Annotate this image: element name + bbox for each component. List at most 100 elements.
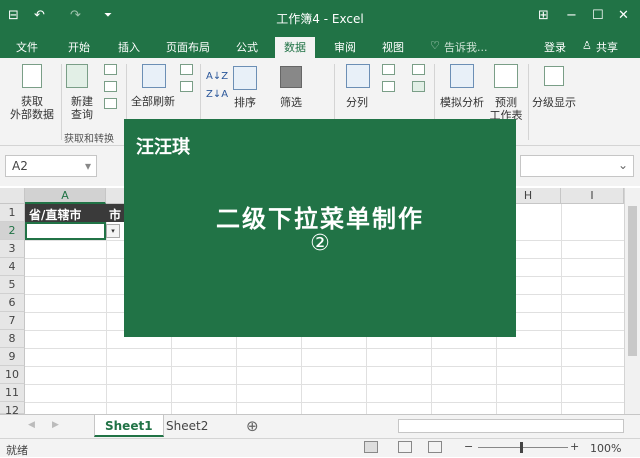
sort-za-icon[interactable]: Z↓A [206, 88, 228, 101]
row-header[interactable]: 9 [0, 348, 25, 366]
zoom-level[interactable]: 100% [590, 442, 621, 455]
row-header[interactable]: 8 [0, 330, 25, 348]
cell-a1[interactable]: 省/直辖市 [25, 204, 106, 222]
properties-icon[interactable] [180, 81, 193, 92]
new-query-icon[interactable] [66, 64, 88, 88]
page-layout-view-icon[interactable] [398, 441, 412, 453]
zoom-in-icon[interactable]: + [570, 440, 579, 453]
show-queries-icon[interactable] [104, 64, 117, 75]
outline-button[interactable]: 分级显示 [530, 96, 578, 109]
row-header[interactable]: 2 [0, 222, 25, 240]
next-sheet-icon[interactable]: ▶ [52, 420, 59, 430]
col-header-i[interactable]: I [561, 188, 624, 204]
share-icon[interactable]: ♙ [582, 39, 592, 52]
text-to-columns-icon[interactable] [346, 64, 370, 88]
gridline [25, 402, 632, 403]
new-query-label-2: 查询 [71, 108, 93, 121]
from-table-icon[interactable] [104, 81, 117, 92]
gridline [25, 366, 632, 367]
group-get-transform-label: 获取和转换 [64, 134, 114, 145]
overlay-title: 二级下拉菜单制作 [216, 205, 424, 233]
tab-insert[interactable]: 插入 [118, 39, 140, 55]
refresh-all-icon[interactable] [142, 64, 166, 88]
col-header-a[interactable]: A [25, 188, 106, 204]
get-external-data-icon[interactable] [22, 64, 42, 88]
zoom-slider-thumb[interactable] [520, 442, 523, 453]
cell-b1[interactable]: 市 [106, 204, 126, 222]
name-box-dropdown-icon[interactable]: ▾ [85, 159, 91, 173]
name-box[interactable]: A2 ▾ [5, 155, 97, 177]
maximize-icon[interactable]: ☐ [592, 8, 604, 24]
gridline [25, 348, 632, 349]
tell-me-search[interactable]: 告诉我... [444, 39, 488, 55]
outline-icon[interactable] [544, 66, 564, 86]
zoom-out-icon[interactable]: − [464, 440, 473, 453]
tell-me-icon[interactable]: ♡ [430, 39, 440, 52]
ribbon-options-icon[interactable]: ⊞ [538, 8, 549, 24]
tab-view[interactable]: 视图 [382, 39, 404, 55]
ribbon-tabs: 文件 开始 插入 页面布局 公式 数据 审阅 视图 ♡ 告诉我... 登录 ♙ … [0, 34, 640, 58]
cell-a2-selected[interactable] [25, 222, 106, 240]
split-button[interactable]: 分列 [342, 96, 372, 109]
tab-data[interactable]: 数据 [275, 37, 315, 58]
forecast-sheet-icon[interactable] [494, 64, 518, 88]
gridline [561, 204, 562, 414]
filter-button[interactable]: 筛选 [276, 96, 306, 109]
tab-file[interactable]: 文件 [16, 39, 38, 55]
zoom-slider[interactable] [478, 447, 568, 448]
flash-fill-icon[interactable] [382, 64, 395, 75]
filter-icon[interactable] [280, 66, 302, 88]
row-header[interactable]: 5 [0, 276, 25, 294]
close-icon[interactable]: ✕ [618, 8, 629, 24]
row-header[interactable]: 3 [0, 240, 25, 258]
cell-dropdown-arrow-icon[interactable]: ▾ [106, 224, 120, 238]
sort-az-icon[interactable]: A↓Z [206, 70, 228, 83]
row-header[interactable]: 10 [0, 366, 25, 384]
sheet-tabs-bar: ◀ ▶ Sheet1 Sheet2 ⊕ [0, 414, 640, 438]
row-header[interactable]: 4 [0, 258, 25, 276]
title-bar: ⊟ ↶ ↷ ⏷ 工作簿4 - Excel ⊞ − ☐ ✕ [0, 0, 640, 34]
status-ready: 就绪 [6, 444, 28, 457]
sheet-tab-1[interactable]: Sheet1 [94, 415, 164, 437]
new-query-button[interactable]: 新建 查询 [62, 95, 102, 121]
row-header[interactable]: 11 [0, 384, 25, 402]
sort-icon[interactable] [233, 66, 257, 90]
formula-input[interactable]: ⌄ [520, 155, 634, 177]
what-if-analysis-icon[interactable] [450, 64, 474, 88]
tutorial-overlay: 汪汪琪 二级下拉菜单制作 ② [124, 119, 516, 337]
normal-view-icon[interactable] [364, 441, 378, 453]
sort-button[interactable]: 排序 [230, 96, 260, 109]
share-button[interactable]: 共享 [596, 39, 618, 55]
tab-page-layout[interactable]: 页面布局 [166, 39, 210, 55]
what-if-button[interactable]: 模拟分析 [438, 96, 486, 109]
connections-icon[interactable] [180, 64, 193, 75]
status-bar: 就绪 − + 100% [0, 438, 640, 457]
divider [528, 64, 529, 140]
login-link[interactable]: 登录 [544, 39, 566, 55]
add-sheet-icon[interactable]: ⊕ [246, 417, 259, 435]
horizontal-scrollbar[interactable] [398, 419, 624, 433]
refresh-all-button[interactable]: 全部刷新 [128, 95, 178, 108]
prev-sheet-icon[interactable]: ◀ [28, 420, 35, 430]
scrollbar-thumb[interactable] [628, 206, 637, 356]
row-header[interactable]: 1 [0, 204, 25, 222]
tab-home[interactable]: 开始 [68, 39, 90, 55]
page-break-view-icon[interactable] [428, 441, 442, 453]
get-data-label-2: 外部数据 [10, 108, 54, 121]
row-header[interactable]: 7 [0, 312, 25, 330]
vertical-scrollbar[interactable] [624, 188, 640, 414]
sheet-tab-2[interactable]: Sheet2 [156, 415, 218, 437]
expand-formula-icon[interactable]: ⌄ [618, 158, 628, 172]
select-all-corner[interactable] [0, 188, 25, 204]
row-header[interactable]: 6 [0, 294, 25, 312]
overlay-number: ② [310, 231, 330, 256]
relationships-icon[interactable] [412, 81, 425, 92]
minimize-icon[interactable]: − [566, 8, 577, 24]
tab-review[interactable]: 审阅 [334, 39, 356, 55]
get-data-button[interactable]: 获取 外部数据 [4, 95, 60, 121]
row-header[interactable]: 12 [0, 402, 25, 417]
consolidate-icon[interactable] [412, 64, 425, 75]
remove-duplicates-icon[interactable] [382, 81, 395, 92]
tab-formulas[interactable]: 公式 [236, 39, 258, 55]
recent-sources-icon[interactable] [104, 98, 117, 109]
